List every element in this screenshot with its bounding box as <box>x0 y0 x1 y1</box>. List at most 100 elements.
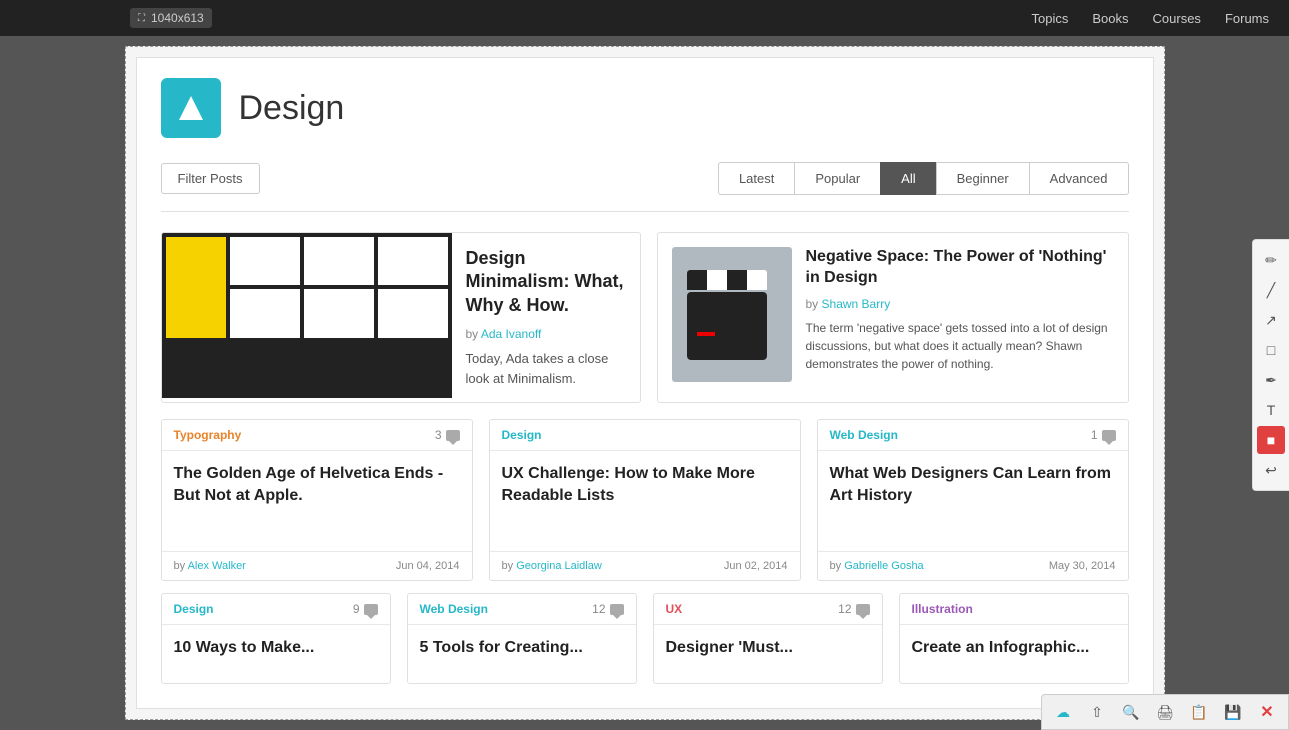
bottom-bar: ☁ ⇧ 🔍 🖨 📋 💾 ✕ <box>1041 694 1289 730</box>
clap-body <box>687 292 767 360</box>
card-footer-2: by Gabrielle Gosha May 30, 2014 <box>818 551 1128 580</box>
mondrian-white4 <box>230 237 300 285</box>
tab-advanced[interactable]: Advanced <box>1029 162 1129 195</box>
card-body-1: UX Challenge: How to Make More Readable … <box>490 451 800 551</box>
card-title-3: 10 Ways to Make... <box>174 637 378 659</box>
card-meta-4: 12 <box>592 602 623 616</box>
card-footer-0: by Alex Walker Jun 04, 2014 <box>162 551 472 580</box>
featured-row: Design Minimalism: What, Why & How. by A… <box>161 232 1129 403</box>
card-category-6[interactable]: Illustration <box>912 602 973 616</box>
featured-large-author-line: by Ada Ivanoff <box>466 327 626 341</box>
bottom-search[interactable]: 🔍 <box>1118 699 1144 725</box>
mondrian-white7 <box>230 289 300 337</box>
comment-icon-5 <box>856 604 870 615</box>
tab-all[interactable]: All <box>880 162 936 195</box>
toolbar-rect[interactable]: □ <box>1257 336 1285 364</box>
filter-tabs: Latest Popular All Beginner Advanced <box>719 162 1129 195</box>
featured-large-author[interactable]: Ada Ivanoff <box>481 327 542 341</box>
mondrian-white5 <box>304 237 374 285</box>
card-title-4: 5 Tools for Creating... <box>420 637 624 659</box>
comment-icon-3 <box>364 604 378 615</box>
card-header-2: Web Design 1 <box>818 420 1128 451</box>
cards-row-2: Design 9 10 Ways to Make... Web Design <box>161 593 1129 684</box>
nav-courses[interactable]: Courses <box>1153 11 1201 26</box>
card-date-2: May 30, 2014 <box>1049 560 1116 572</box>
article-card-0: Typography 3 The Golden Age of Helvetica… <box>161 419 473 581</box>
article-card-2: Web Design 1 What Web Designers Can Lear… <box>817 419 1129 581</box>
canvas-wrapper: Design Filter Posts Latest Popular All B… <box>0 36 1289 730</box>
nav-topics[interactable]: Topics <box>1032 11 1069 26</box>
bottom-print[interactable]: 🖨 <box>1152 699 1178 725</box>
card-body-6: Create an Infographic... <box>900 625 1128 683</box>
card-title-6: Create an Infographic... <box>912 637 1116 659</box>
bottom-copy[interactable]: 📋 <box>1186 699 1212 725</box>
card-title-5: Designer 'Must... <box>666 637 870 659</box>
card-header-6: Illustration <box>900 594 1128 625</box>
card-title-2: What Web Designers Can Learn from Art Hi… <box>830 463 1116 506</box>
card-header-3: Design 9 <box>162 594 390 625</box>
card-meta-0: 3 <box>435 428 460 442</box>
card-category-3[interactable]: Design <box>174 602 214 616</box>
clap-top <box>687 270 767 290</box>
comment-icon-0 <box>446 430 460 441</box>
article-card-3: Design 9 10 Ways to Make... <box>161 593 391 684</box>
card-body-2: What Web Designers Can Learn from Art Hi… <box>818 451 1128 551</box>
card-body-0: The Golden Age of Helvetica Ends - But N… <box>162 451 472 551</box>
mondrian-white9 <box>378 289 448 337</box>
mondrian-white6 <box>378 237 448 285</box>
tab-latest[interactable]: Latest <box>718 162 795 195</box>
bottom-cloud[interactable]: ☁ <box>1050 699 1076 725</box>
toolbar-arrow[interactable]: ↗ <box>1257 306 1285 334</box>
featured-small-author-line: by Shawn Barry <box>806 297 1114 311</box>
bottom-close[interactable]: ✕ <box>1254 699 1280 725</box>
card-category-4[interactable]: Web Design <box>420 602 488 616</box>
dimension-indicator: 1040x613 <box>130 8 212 28</box>
logo-icon <box>175 92 207 124</box>
card-meta-2: 1 <box>1091 428 1116 442</box>
mondrian-black <box>166 342 448 390</box>
page-title: Design <box>239 89 345 128</box>
article-card-6: Illustration Create an Infographic... <box>899 593 1129 684</box>
tab-popular[interactable]: Popular <box>794 162 881 195</box>
top-nav-links: Topics Books Courses Forums <box>1032 11 1269 26</box>
featured-small-body: Negative Space: The Power of 'Nothing' i… <box>806 247 1114 373</box>
site-logo <box>161 78 221 138</box>
article-card-1: Design UX Challenge: How to Make More Re… <box>489 419 801 581</box>
featured-large-image <box>162 233 452 398</box>
cards-row-1: Typography 3 The Golden Age of Helvetica… <box>161 419 1129 581</box>
page-container: Design Filter Posts Latest Popular All B… <box>125 46 1165 720</box>
tab-beginner[interactable]: Beginner <box>936 162 1030 195</box>
toolbar-line[interactable]: ╱ <box>1257 276 1285 304</box>
card-date-0: Jun 04, 2014 <box>396 560 460 572</box>
toolbar-undo[interactable]: ↩ <box>1257 456 1285 484</box>
card-category-0[interactable]: Typography <box>174 428 242 442</box>
card-author-1[interactable]: Georgina Laidlaw <box>516 560 602 572</box>
card-author-2[interactable]: Gabrielle Gosha <box>844 560 924 572</box>
toolbar-color[interactable]: ■ <box>1257 426 1285 454</box>
card-body-3: 10 Ways to Make... <box>162 625 390 683</box>
card-category-5[interactable]: UX <box>666 602 683 616</box>
right-toolbar: ✏ ╱ ↗ □ ✒ T ■ ↩ <box>1252 239 1289 491</box>
toolbar-text[interactable]: T <box>1257 396 1285 424</box>
nav-books[interactable]: Books <box>1092 11 1128 26</box>
card-category-1[interactable]: Design <box>502 428 542 442</box>
featured-large-body: Design Minimalism: What, Why & How. by A… <box>452 233 640 402</box>
card-meta-3: 9 <box>353 602 378 616</box>
bottom-share[interactable]: ⇧ <box>1084 699 1110 725</box>
featured-large-title: Design Minimalism: What, Why & How. <box>466 247 626 317</box>
filter-bar: Filter Posts Latest Popular All Beginner… <box>161 162 1129 212</box>
featured-small-author[interactable]: Shawn Barry <box>822 297 891 311</box>
card-footer-1: by Georgina Laidlaw Jun 02, 2014 <box>490 551 800 580</box>
article-card-5: UX 12 Designer 'Must... <box>653 593 883 684</box>
filter-posts-button[interactable]: Filter Posts <box>161 163 260 194</box>
nav-forums[interactable]: Forums <box>1225 11 1269 26</box>
bottom-save[interactable]: 💾 <box>1220 699 1246 725</box>
clap-red-stripe <box>697 332 715 336</box>
mondrian-white8 <box>304 289 374 337</box>
card-category-2[interactable]: Web Design <box>830 428 898 442</box>
featured-large-excerpt: Today, Ada takes a close look at Minimal… <box>466 349 626 388</box>
card-header-0: Typography 3 <box>162 420 472 451</box>
toolbar-pencil[interactable]: ✏ <box>1257 246 1285 274</box>
card-author-0[interactable]: Alex Walker <box>188 560 246 572</box>
toolbar-brush[interactable]: ✒ <box>1257 366 1285 394</box>
